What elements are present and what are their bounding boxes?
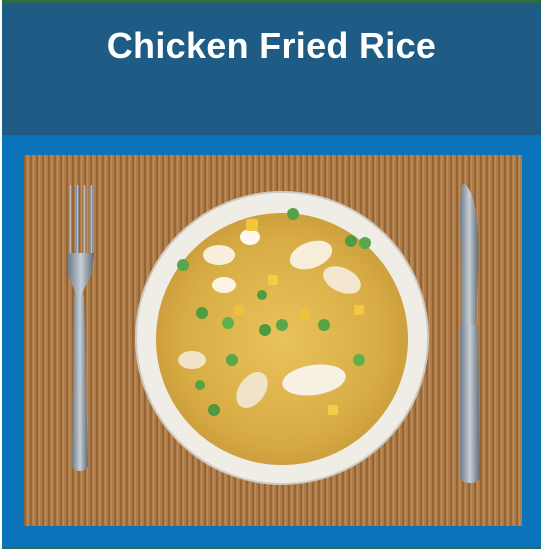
recipe-photo[interactable] <box>24 155 522 526</box>
recipe-header: Chicken Fried Rice <box>2 3 541 135</box>
fried-rice <box>156 213 408 465</box>
bowl <box>135 191 429 485</box>
recipe-title[interactable]: Chicken Fried Rice <box>2 25 541 67</box>
recipe-card[interactable]: Chicken Fried Rice <box>2 0 541 549</box>
bottom-accent-line <box>2 547 541 549</box>
knife-icon <box>460 183 480 483</box>
photo-illustration <box>24 155 522 526</box>
